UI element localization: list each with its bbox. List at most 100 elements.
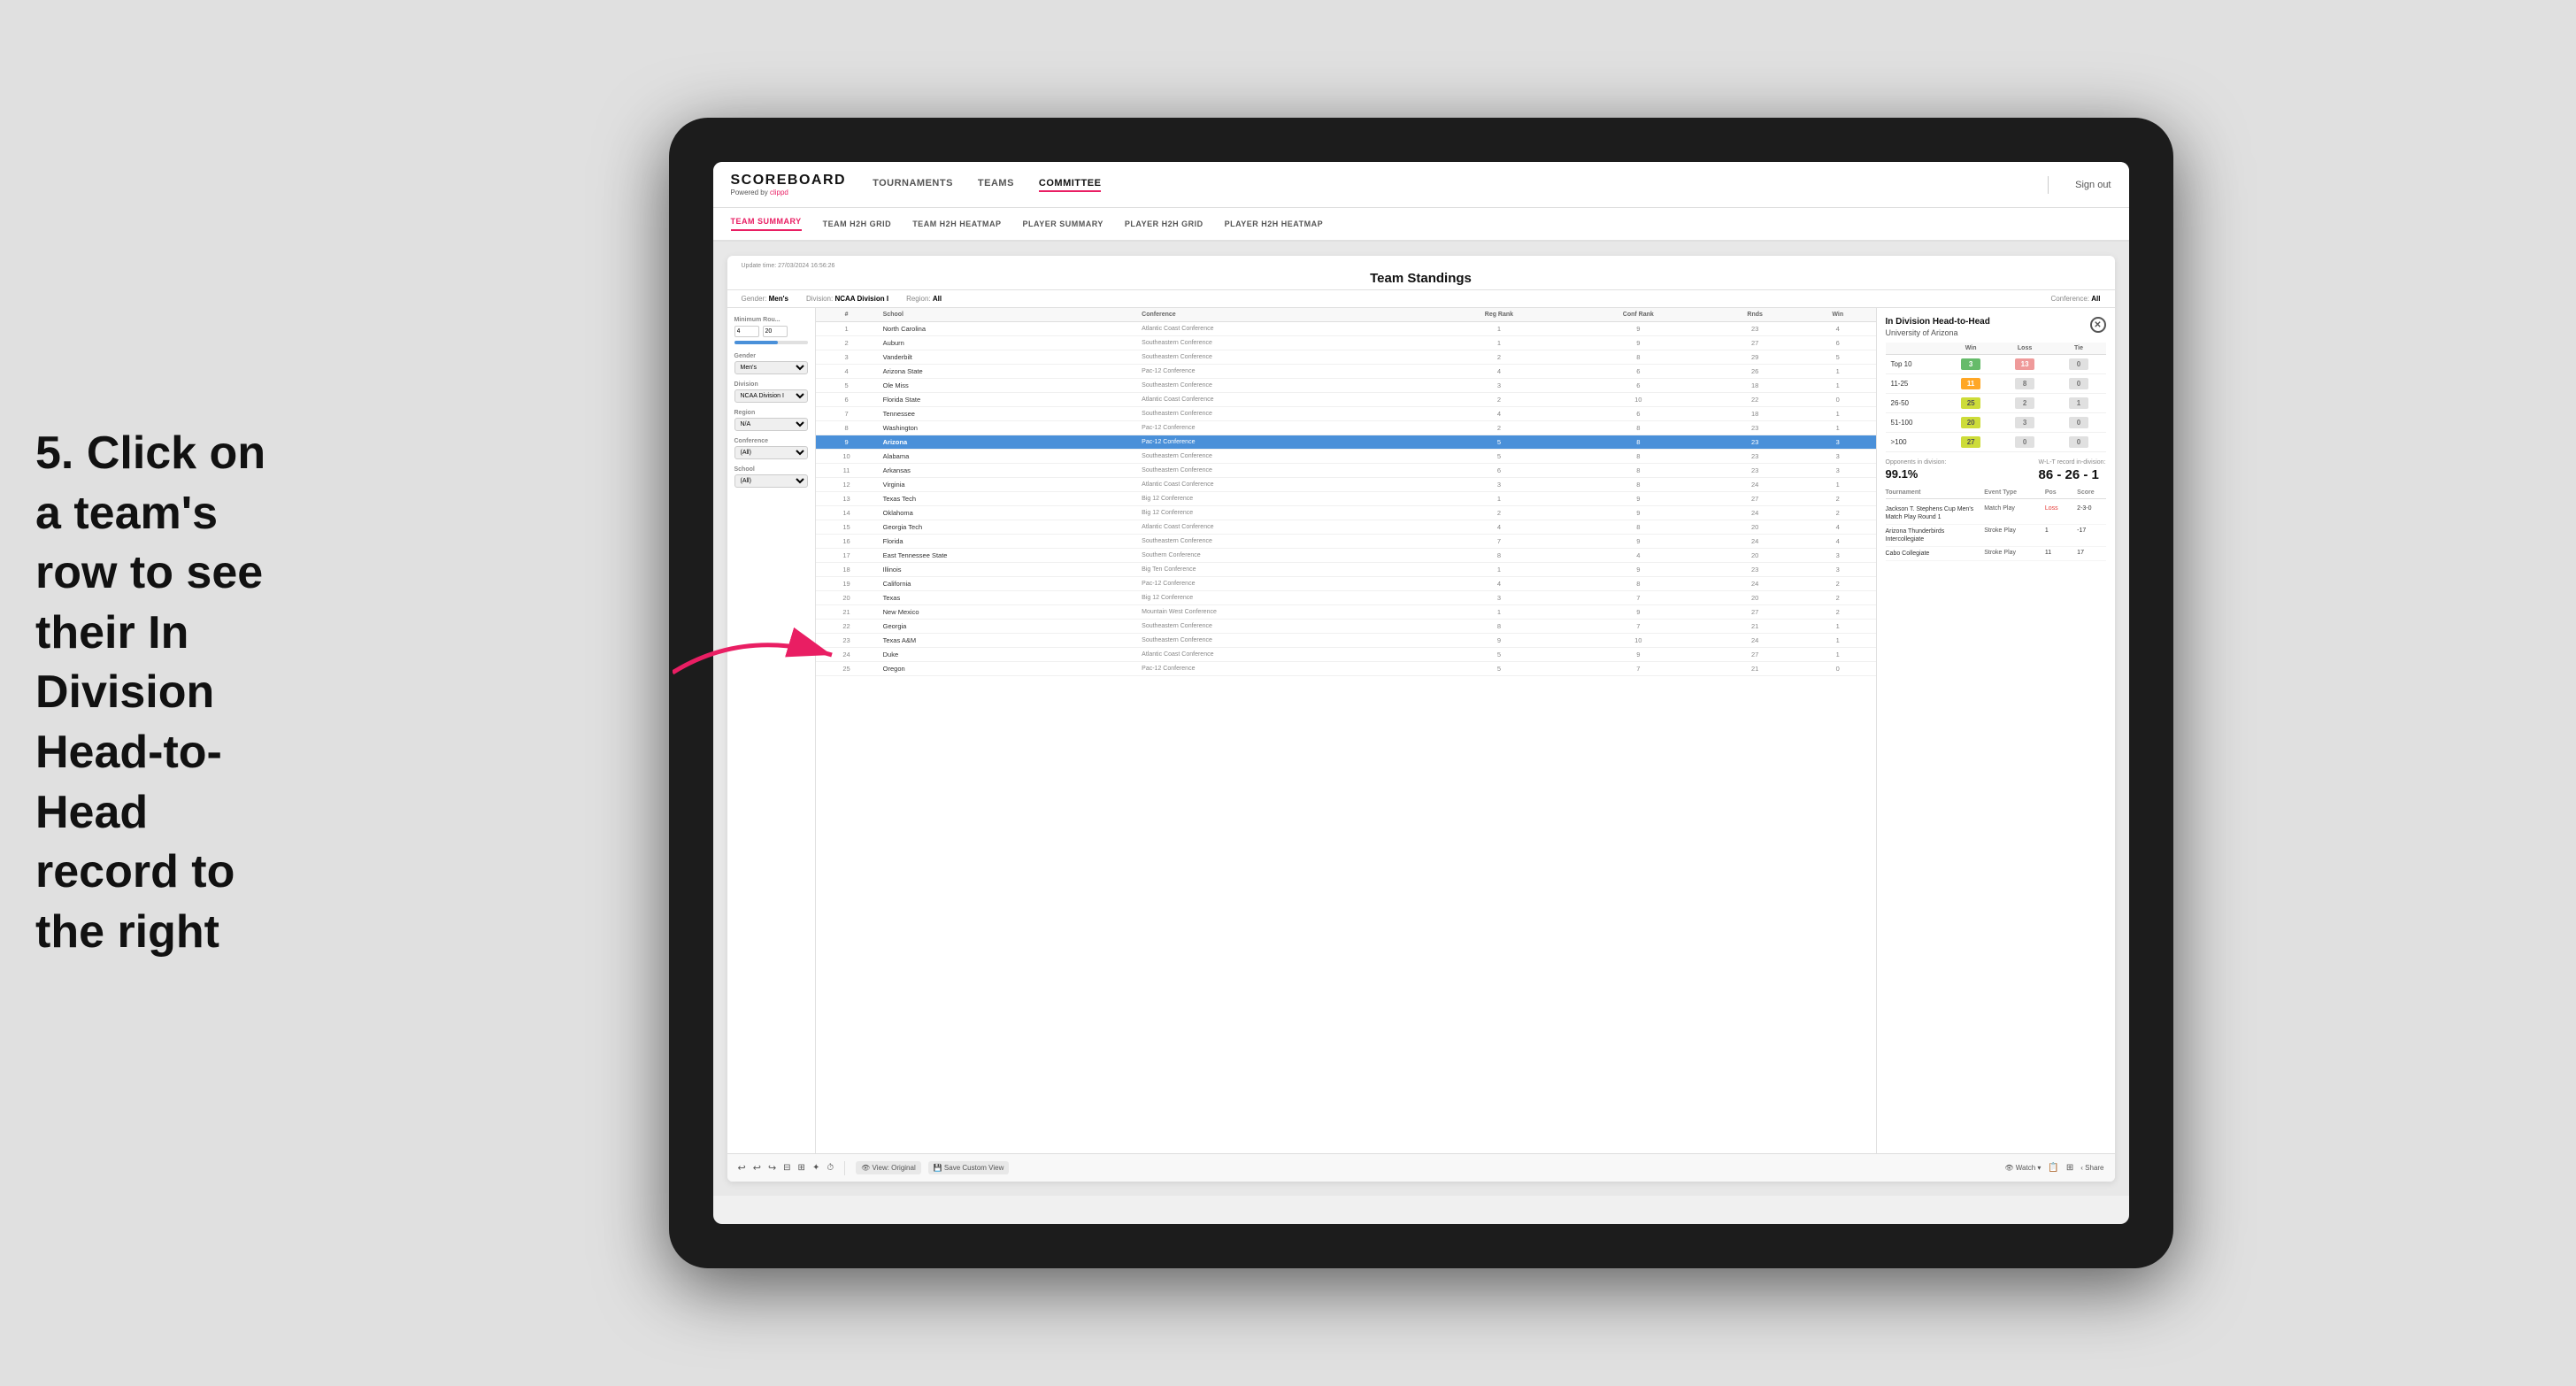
toolbar-redo[interactable]: ↪ bbox=[768, 1162, 776, 1174]
sidebar-division-select[interactable]: NCAA Division I bbox=[734, 389, 808, 403]
sub-nav-team-summary[interactable]: TEAM SUMMARY bbox=[731, 217, 802, 231]
logo-sub: Powered by clippd bbox=[731, 189, 847, 196]
nav-committee[interactable]: COMMITTEE bbox=[1039, 178, 1102, 192]
standings-table: # School Conference Reg Rank Conf Rank R… bbox=[816, 308, 1876, 676]
sign-out-link[interactable]: Sign out bbox=[2075, 180, 2111, 190]
h2h-panel: In Division Head-to-Head University of A… bbox=[1876, 308, 2115, 1153]
table-row[interactable]: 7 Tennessee Southeastern Conference 4 6 … bbox=[816, 407, 1876, 421]
table-row[interactable]: 8 Washington Pac-12 Conference 2 8 23 1 bbox=[816, 421, 1876, 435]
table-row[interactable]: 16 Florida Southeastern Conference 7 9 2… bbox=[816, 535, 1876, 549]
col-win: Win bbox=[1800, 308, 1875, 322]
h2h-header: In Division Head-to-Head University of A… bbox=[1886, 317, 2106, 337]
h2h-row: 51-100 20 3 0 bbox=[1886, 413, 2106, 433]
table-row[interactable]: 24 Duke Atlantic Coast Conference 5 9 27… bbox=[816, 648, 1876, 662]
table-row[interactable]: 25 Oregon Pac-12 Conference 5 7 21 0 bbox=[816, 662, 1876, 676]
wlt-record: 86 - 26 - 1 bbox=[2039, 467, 2106, 482]
col-conf-rank: Conf Rank bbox=[1566, 308, 1710, 322]
nav-teams[interactable]: TEAMS bbox=[978, 178, 1014, 192]
sidebar-division-label: Division bbox=[734, 381, 808, 388]
sub-nav-player-heatmap[interactable]: PLAYER H2H HEATMAP bbox=[1225, 219, 1324, 228]
h2h-title: In Division Head-to-Head bbox=[1886, 317, 2106, 327]
toolbar-watch[interactable]: 👁 Watch ▾ bbox=[2004, 1164, 2041, 1172]
sub-nav-heatmap[interactable]: TEAM H2H HEATMAP bbox=[912, 219, 1001, 228]
panel-body: Minimum Rou... Gender bbox=[727, 308, 2115, 1153]
table-row[interactable]: 1 North Carolina Atlantic Coast Conferen… bbox=[816, 322, 1876, 336]
h2h-row: >100 27 0 0 bbox=[1886, 433, 2106, 452]
sidebar-gender-label: Gender bbox=[734, 353, 808, 359]
sidebar-gender: Gender Men's bbox=[734, 353, 808, 374]
top-nav-links: TOURNAMENTS TEAMS COMMITTEE bbox=[873, 178, 2021, 192]
toolbar-clipboard[interactable]: 📋 bbox=[2048, 1163, 2058, 1173]
min-rounds-min-input[interactable] bbox=[734, 326, 759, 337]
panel-title: Team Standings bbox=[742, 271, 2101, 286]
table-row[interactable]: 11 Arkansas Southeastern Conference 6 8 … bbox=[816, 464, 1876, 478]
h2h-opponents: Opponents in division: 99.1% bbox=[1886, 459, 1947, 482]
sidebar-school-select[interactable]: (All) bbox=[734, 474, 808, 488]
toolbar-save-custom-view[interactable]: 💾 Save Custom View bbox=[928, 1161, 1010, 1174]
table-row[interactable]: 23 Texas A&M Southeastern Conference 9 1… bbox=[816, 634, 1876, 648]
table-row[interactable]: 15 Georgia Tech Atlantic Coast Conferenc… bbox=[816, 520, 1876, 535]
sidebar-conference-label: Conference bbox=[734, 438, 808, 444]
toolbar-view-original[interactable]: 👁 View: Original bbox=[856, 1161, 921, 1174]
h2h-col-win: Win bbox=[1944, 343, 1998, 355]
min-rounds-max-input[interactable] bbox=[763, 326, 788, 337]
h2h-col-range bbox=[1886, 343, 1944, 355]
h2h-table: Win Loss Tie Top 10 3 13 0 11-2 bbox=[1886, 343, 2106, 452]
toolbar-grid[interactable]: ⊞ bbox=[2066, 1163, 2073, 1173]
sidebar-region-label: Region bbox=[734, 410, 808, 416]
close-button[interactable]: ✕ bbox=[2090, 317, 2106, 333]
table-row[interactable]: 3 Vanderbilt Southeastern Conference 2 8… bbox=[816, 350, 1876, 365]
table-row[interactable]: 12 Virginia Atlantic Coast Conference 3 … bbox=[816, 478, 1876, 492]
sidebar-gender-select[interactable]: Men's bbox=[734, 361, 808, 374]
sidebar-conference-select[interactable]: (All) bbox=[734, 446, 808, 459]
sidebar-school-label: School bbox=[734, 466, 808, 473]
sub-nav-player-summary[interactable]: PLAYER SUMMARY bbox=[1023, 219, 1103, 228]
bottom-toolbar: ↩ ↩ ↪ ⊟ ⊞ ✦ ⏱ 👁 View: Original 💾 Save Cu… bbox=[727, 1153, 2115, 1182]
tournament-row: Jackson T. Stephens Cup Men's Match Play… bbox=[1886, 503, 2106, 525]
opponents-label: Opponents in division: bbox=[1886, 459, 1947, 466]
filter-gender: Gender: Men's bbox=[742, 295, 789, 303]
table-row[interactable]: 2 Auburn Southeastern Conference 1 9 27 … bbox=[816, 336, 1876, 350]
sidebar-division: Division NCAA Division I bbox=[734, 381, 808, 403]
table-row[interactable]: 17 East Tennessee State Southern Confere… bbox=[816, 549, 1876, 563]
toolbar-share[interactable]: ‹ Share bbox=[2080, 1164, 2103, 1172]
panel-filters: Gender: Men's Division: NCAA Division I … bbox=[727, 290, 2115, 308]
table-row[interactable]: 21 New Mexico Mountain West Conference 1… bbox=[816, 605, 1876, 620]
sub-nav-h2h-grid[interactable]: TEAM H2H GRID bbox=[823, 219, 892, 228]
instruction-text-block: 5. Click on a team's row to see their In… bbox=[0, 389, 336, 997]
toolbar-reset[interactable]: ⊟ bbox=[783, 1163, 790, 1173]
col-rank: # bbox=[816, 308, 878, 322]
table-row[interactable]: 14 Oklahoma Big 12 Conference 2 9 24 2 bbox=[816, 506, 1876, 520]
col-school: School bbox=[878, 308, 1137, 322]
sidebar-conference: Conference (All) bbox=[734, 438, 808, 459]
h2h-col-tie: Tie bbox=[2052, 343, 2106, 355]
h2h-row: 11-25 11 8 0 bbox=[1886, 374, 2106, 394]
h2h-team-name: University of Arizona bbox=[1886, 328, 2106, 337]
toolbar-clock[interactable]: ⏱ bbox=[827, 1163, 834, 1173]
table-row[interactable]: 6 Florida State Atlantic Coast Conferenc… bbox=[816, 393, 1876, 407]
sidebar-min-rounds-label: Minimum Rou... bbox=[734, 317, 808, 323]
nav-tournaments[interactable]: TOURNAMENTS bbox=[873, 178, 953, 192]
toolbar-add[interactable]: ⊞ bbox=[798, 1163, 805, 1173]
panel-header: Update time: 27/03/2024 16:56:26 Team St… bbox=[727, 256, 2115, 290]
update-time: Update time: 27/03/2024 16:56:26 bbox=[742, 263, 2101, 269]
table-container: # School Conference Reg Rank Conf Rank R… bbox=[816, 308, 1876, 1153]
table-row[interactable]: 13 Texas Tech Big 12 Conference 1 9 27 2 bbox=[816, 492, 1876, 506]
toolbar-undo[interactable]: ↩ bbox=[738, 1162, 746, 1174]
table-row[interactable]: 9 Arizona Pac-12 Conference 5 8 23 3 bbox=[816, 435, 1876, 450]
table-row[interactable]: 5 Ole Miss Southeastern Conference 3 6 1… bbox=[816, 379, 1876, 393]
h2h-row: Top 10 3 13 0 bbox=[1886, 355, 2106, 374]
table-row[interactable]: 19 California Pac-12 Conference 4 8 24 2 bbox=[816, 577, 1876, 591]
table-row[interactable]: 4 Arizona State Pac-12 Conference 4 6 26… bbox=[816, 365, 1876, 379]
table-row[interactable]: 20 Texas Big 12 Conference 3 7 20 2 bbox=[816, 591, 1876, 605]
sidebar-region-select[interactable]: N/A bbox=[734, 418, 808, 431]
h2h-col-loss: Loss bbox=[1998, 343, 2052, 355]
table-row[interactable]: 22 Georgia Southeastern Conference 8 7 2… bbox=[816, 620, 1876, 634]
table-row[interactable]: 18 Illinois Big Ten Conference 1 9 23 3 bbox=[816, 563, 1876, 577]
toolbar-star[interactable]: ✦ bbox=[812, 1163, 819, 1173]
sidebar: Minimum Rou... Gender bbox=[727, 308, 816, 1153]
sub-nav-player-h2h[interactable]: PLAYER H2H GRID bbox=[1125, 219, 1203, 228]
toolbar-redo-left[interactable]: ↩ bbox=[753, 1162, 761, 1174]
table-row[interactable]: 10 Alabama Southeastern Conference 5 8 2… bbox=[816, 450, 1876, 464]
sidebar-min-rounds: Minimum Rou... bbox=[734, 317, 808, 344]
